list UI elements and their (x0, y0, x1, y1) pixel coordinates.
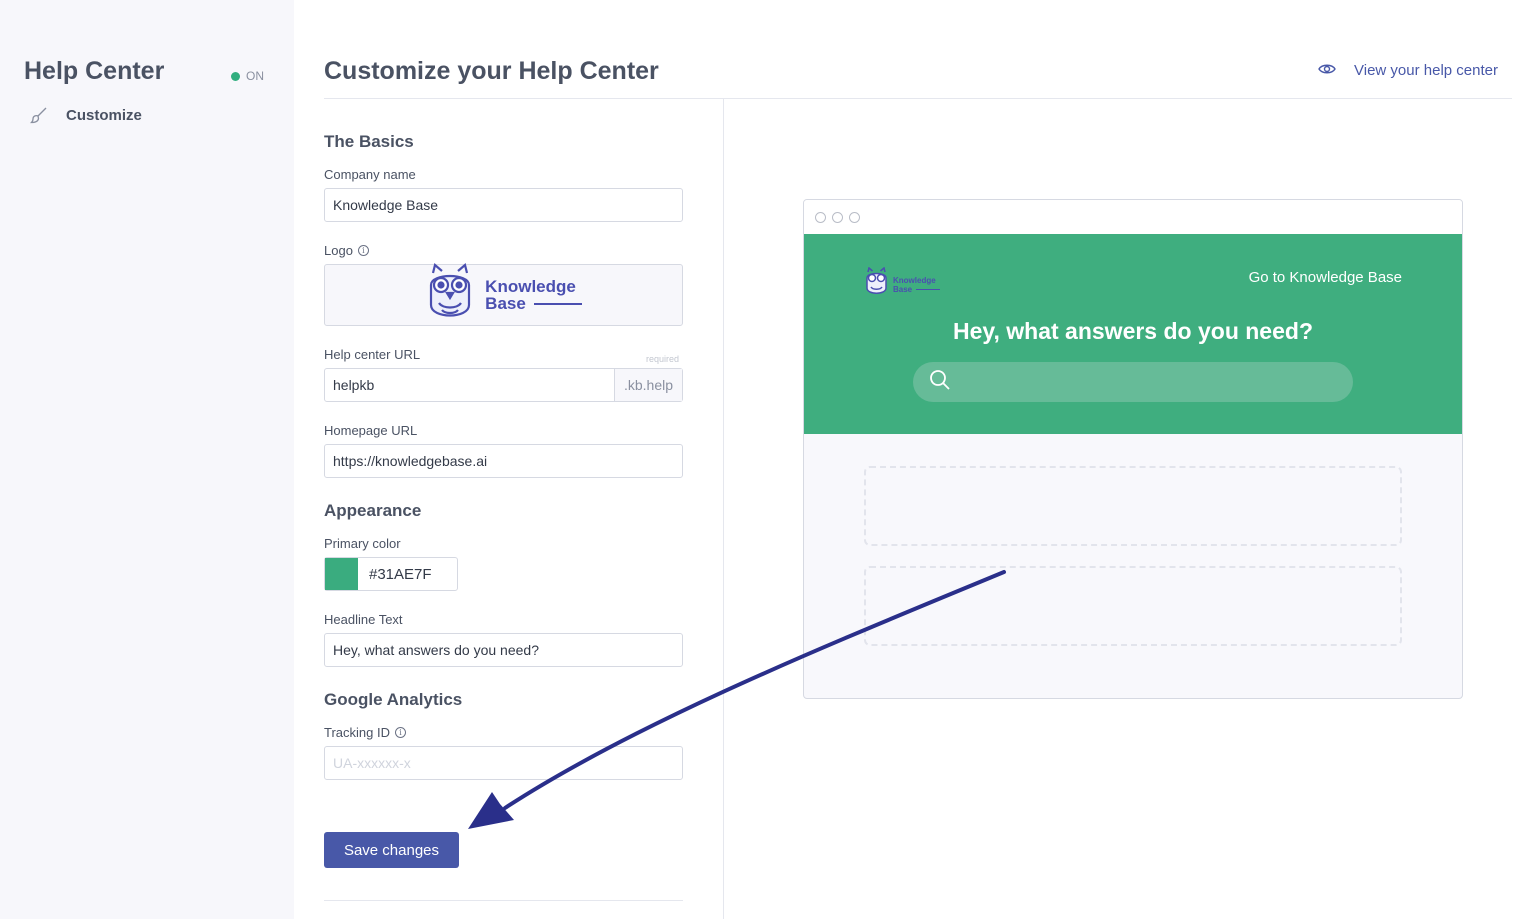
logo-underline (533, 302, 582, 305)
save-changes-button[interactable]: Save changes (324, 832, 459, 868)
homepage-url-label: Homepage URL (324, 423, 417, 438)
primary-color-input[interactable] (358, 558, 457, 590)
form-bottom-divider (324, 900, 683, 901)
brush-icon (30, 106, 48, 124)
primary-color-label-text: Primary color (324, 536, 401, 551)
info-icon[interactable]: i (357, 245, 369, 256)
info-icon[interactable]: i (394, 727, 406, 738)
window-dot-icon (849, 211, 860, 223)
help-center-url-input[interactable] (325, 369, 614, 401)
logo-line2-wrap: Base (485, 295, 582, 312)
preview-logo-underline (916, 288, 941, 290)
sidebar-item-customize[interactable]: Customize (30, 106, 142, 124)
preview-search-bar[interactable] (913, 362, 1353, 402)
help-center-url-label: Help center URL (324, 347, 420, 362)
help-center-url-label-text: Help center URL (324, 347, 421, 362)
primary-color-group (324, 557, 458, 591)
sidebar-item-label: Customize (66, 106, 142, 124)
color-swatch[interactable] (325, 558, 358, 590)
window-dot-icon (815, 211, 826, 223)
headline-text-input[interactable] (324, 633, 683, 667)
logo-line2: Base (485, 294, 526, 313)
url-suffix: .kb.help (614, 369, 682, 401)
preview-goto-link[interactable]: Go to Knowledge Base (1249, 269, 1402, 286)
page-title: Customize your Help Center (324, 57, 659, 85)
headline-text-label: Headline Text (324, 612, 403, 627)
logo-label: Logo i (324, 243, 369, 258)
homepage-url-input[interactable] (324, 444, 683, 478)
headline-text-label-text: Headline Text (324, 612, 403, 627)
sidebar-title: Help Center (24, 57, 165, 85)
header-divider (324, 98, 1512, 99)
sidebar: Help Center ON Customize (0, 0, 294, 919)
company-name-label-text: Company name (324, 167, 416, 182)
window-dot-icon (832, 211, 843, 223)
tracking-id-input[interactable] (324, 746, 683, 780)
section-title-basics: The Basics (324, 132, 414, 151)
status-indicator: ON (231, 69, 264, 83)
owl-logo-icon (864, 266, 889, 302)
logo-upload[interactable]: Knowledge Base (324, 262, 683, 328)
preview-headline: Hey, what answers do you need? (953, 318, 1313, 344)
preview-logo-line2: Base (893, 284, 913, 294)
logo-line1: Knowledge (485, 277, 576, 296)
preview-hero: Knowledge Base Go to Knowledge Base Hey,… (804, 234, 1462, 434)
preview-placeholder-card (864, 466, 1402, 546)
view-link-label: View your help center (1354, 62, 1498, 79)
logo-label-text: Logo (324, 243, 353, 258)
browser-bar (804, 200, 1462, 234)
search-icon (929, 369, 951, 396)
tracking-id-label: Tracking ID i (324, 725, 406, 740)
primary-color-label: Primary color (324, 536, 401, 551)
preview-logo-wordmark: Knowledge Base (893, 275, 941, 294)
logo-image: Knowledge Base (425, 262, 582, 328)
preview-logo: Knowledge Base (864, 266, 941, 302)
required-hint: required (646, 354, 680, 364)
status-label: ON (246, 69, 264, 83)
company-name-label: Company name (324, 167, 416, 182)
section-title-appearance: Appearance (324, 501, 422, 520)
company-name-input[interactable] (324, 188, 683, 222)
logo-wordmark: Knowledge Base (485, 278, 582, 312)
preview-logo-line2-wrap: Base (893, 284, 941, 294)
eye-icon (1318, 62, 1336, 79)
column-divider (723, 99, 724, 919)
status-dot-icon (231, 71, 240, 81)
owl-logo-icon (425, 262, 475, 328)
help-center-url-group: .kb.help (324, 368, 683, 402)
help-center-preview: Knowledge Base Go to Knowledge Base Hey,… (803, 199, 1463, 699)
preview-placeholder-card (864, 566, 1402, 646)
view-help-center-link[interactable]: View your help center (1318, 62, 1498, 79)
homepage-url-label-text: Homepage URL (324, 423, 418, 438)
preview-logo-line1: Knowledge (893, 275, 936, 285)
tracking-id-label-text: Tracking ID (324, 725, 390, 740)
section-title-analytics: Google Analytics (324, 690, 463, 709)
